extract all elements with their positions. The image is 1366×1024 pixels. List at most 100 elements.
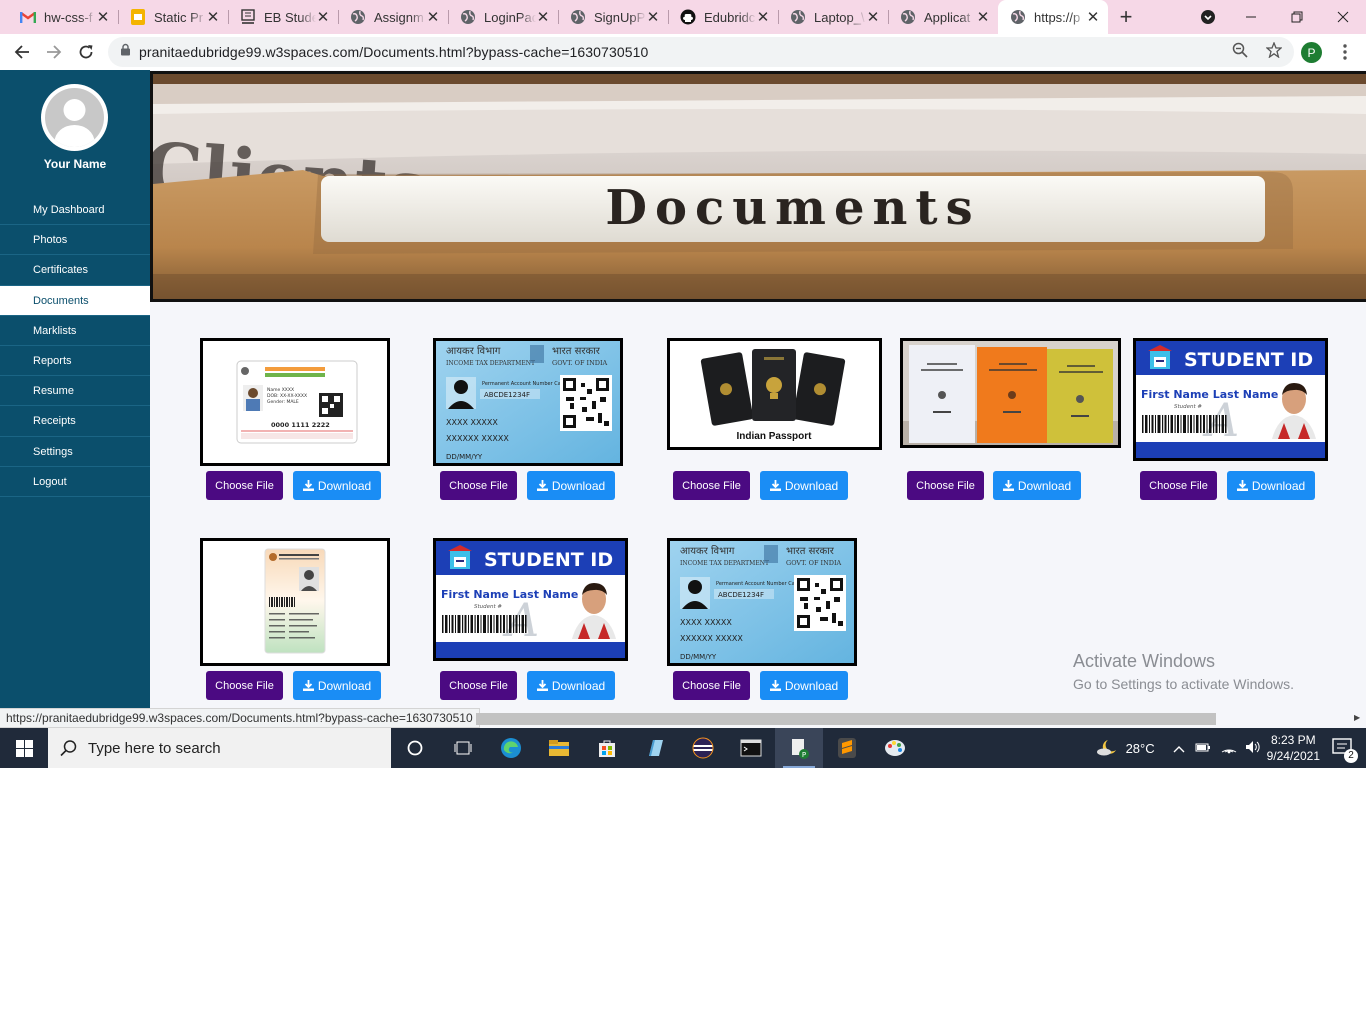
document-card-books: [900, 338, 1121, 448]
wifi-icon[interactable]: [1221, 740, 1237, 757]
user-silhouette-icon: [54, 99, 95, 147]
bookmark-star-icon[interactable]: [1265, 40, 1283, 63]
sidebar-item-settings[interactable]: Settings: [0, 437, 150, 467]
weather-moon-icon[interactable]: [1096, 738, 1118, 759]
active-app-icon[interactable]: P: [775, 728, 823, 768]
svg-text:P: P: [802, 751, 806, 759]
choose-file-button[interactable]: Choose File: [907, 471, 984, 500]
choose-file-button[interactable]: Choose File: [673, 471, 750, 500]
choose-file-button[interactable]: Choose File: [206, 471, 283, 500]
doc-text: DOB: XX-XX-XXXX: [267, 393, 307, 399]
sidebar-item-resume[interactable]: Resume: [0, 376, 150, 407]
download-button[interactable]: Download: [760, 671, 848, 700]
browser-tab[interactable]: Edubridc ✕: [668, 0, 778, 34]
sidebar-item-my-dashboard[interactable]: My Dashboard: [0, 195, 150, 226]
close-tab-icon[interactable]: ✕: [316, 8, 330, 26]
sidebar-item-logout[interactable]: Logout: [0, 467, 150, 497]
edge-icon[interactable]: [487, 728, 535, 768]
download-button[interactable]: Download: [993, 471, 1081, 500]
download-icon: [1236, 480, 1248, 491]
search-icon: [60, 740, 77, 757]
user-avatar: [41, 84, 108, 151]
close-tab-icon[interactable]: ✕: [756, 8, 770, 26]
sidebar-item-reports[interactable]: Reports: [0, 346, 150, 377]
battery-icon[interactable]: [1195, 741, 1211, 756]
minimize-icon[interactable]: [1228, 0, 1274, 34]
new-tab-button[interactable]: +: [1108, 0, 1144, 34]
url-text: pranitaedubridge99.w3spaces.com/Document…: [139, 44, 649, 60]
choose-file-button[interactable]: Choose File: [1140, 471, 1217, 500]
sidebar-item-marklists[interactable]: Marklists: [0, 316, 150, 346]
notepad-icon[interactable]: [631, 728, 679, 768]
sidebar-item-certificates[interactable]: Certificates: [0, 255, 150, 286]
windows-start-icon[interactable]: [0, 728, 48, 768]
close-tab-icon[interactable]: ✕: [1086, 8, 1100, 26]
browser-tab[interactable]: Static Pr ✕: [118, 0, 228, 34]
choose-file-button[interactable]: Choose File: [206, 671, 283, 700]
browser-tab[interactable]: hw-css-f ✕: [8, 0, 118, 34]
download-button[interactable]: Download: [293, 671, 381, 700]
download-button[interactable]: Download: [760, 471, 848, 500]
browser-tab[interactable]: Laptop_\ ✕: [778, 0, 888, 34]
close-tab-icon[interactable]: ✕: [96, 8, 110, 26]
close-tab-icon[interactable]: ✕: [646, 8, 660, 26]
globe-icon: [900, 9, 916, 25]
download-label: Download: [1017, 478, 1072, 493]
doc-text: भारत सरकार: [552, 346, 601, 357]
close-tab-icon[interactable]: ✕: [426, 8, 440, 26]
zoom-icon[interactable]: [1232, 42, 1248, 63]
documents-banner: Clients Documents: [150, 71, 1366, 302]
task-view-icon[interactable]: [439, 728, 487, 768]
sidebar-item-photos[interactable]: Photos: [0, 225, 150, 256]
tab-search-icon[interactable]: [1185, 0, 1231, 34]
sidebar-item-receipts[interactable]: Receipts: [0, 406, 150, 437]
browser-tab[interactable]: LoginPac ✕: [448, 0, 558, 34]
browser-tab[interactable]: SignUpP ✕: [558, 0, 668, 34]
browser-tab[interactable]: Assignm ✕: [338, 0, 448, 34]
doc-text: 0000 1111 2222: [271, 421, 330, 429]
close-tab-icon[interactable]: ✕: [866, 8, 880, 26]
back-icon[interactable]: [6, 36, 38, 68]
sidebar-item-documents[interactable]: Documents: [0, 285, 150, 316]
volume-icon[interactable]: [1245, 740, 1261, 757]
browser-tab[interactable]: EB Stude ✕: [228, 0, 338, 34]
menu-kebab-icon[interactable]: [1340, 42, 1350, 62]
scroll-right-icon[interactable]: ▶: [1354, 713, 1364, 725]
profile-avatar[interactable]: P: [1301, 42, 1322, 63]
paint-icon[interactable]: [871, 728, 919, 768]
download-label: Download: [551, 478, 606, 493]
restore-icon[interactable]: [1274, 0, 1320, 34]
horizontal-scrollbar[interactable]: [476, 713, 1216, 725]
choose-file-button[interactable]: Choose File: [440, 671, 517, 700]
taskbar-search[interactable]: Type here to search: [48, 728, 391, 768]
download-icon: [302, 680, 314, 691]
browser-tab[interactable]: Applicat ✕: [888, 0, 998, 34]
reload-icon[interactable]: [70, 36, 102, 68]
browser-tab[interactable]: https://p ✕: [998, 0, 1108, 34]
download-icon: [1002, 480, 1014, 491]
store-icon[interactable]: [583, 728, 631, 768]
choose-file-button[interactable]: Choose File: [440, 471, 517, 500]
address-bar[interactable]: pranitaedubridge99.w3spaces.com/Document…: [108, 37, 1294, 67]
terminal-icon[interactable]: [727, 728, 775, 768]
sublime-icon[interactable]: [823, 728, 871, 768]
close-tab-icon[interactable]: ✕: [206, 8, 220, 26]
screen: hw-css-f ✕ Static Pr ✕ EB Stude ✕ Assignm ✕ Logi…: [0, 0, 1366, 768]
download-button[interactable]: Download: [527, 671, 615, 700]
choose-file-button[interactable]: Choose File: [673, 671, 750, 700]
close-tab-icon[interactable]: ✕: [976, 8, 990, 26]
download-button[interactable]: Download: [293, 471, 381, 500]
close-window-icon[interactable]: [1320, 0, 1366, 34]
eclipse-icon[interactable]: [679, 728, 727, 768]
close-tab-icon[interactable]: ✕: [536, 8, 550, 26]
show-hidden-icons-icon[interactable]: [1173, 741, 1185, 756]
forward-icon[interactable]: [38, 36, 70, 68]
download-button[interactable]: Download: [1227, 471, 1315, 500]
cortana-icon[interactable]: [391, 728, 439, 768]
clock[interactable]: 8:23 PM 9/24/2021: [1267, 732, 1320, 764]
download-button[interactable]: Download: [527, 471, 615, 500]
temperature[interactable]: 28°C: [1126, 741, 1155, 756]
banner-title: Documents: [605, 180, 980, 236]
notifications-icon[interactable]: 2: [1332, 737, 1358, 763]
file-explorer-icon[interactable]: [535, 728, 583, 768]
